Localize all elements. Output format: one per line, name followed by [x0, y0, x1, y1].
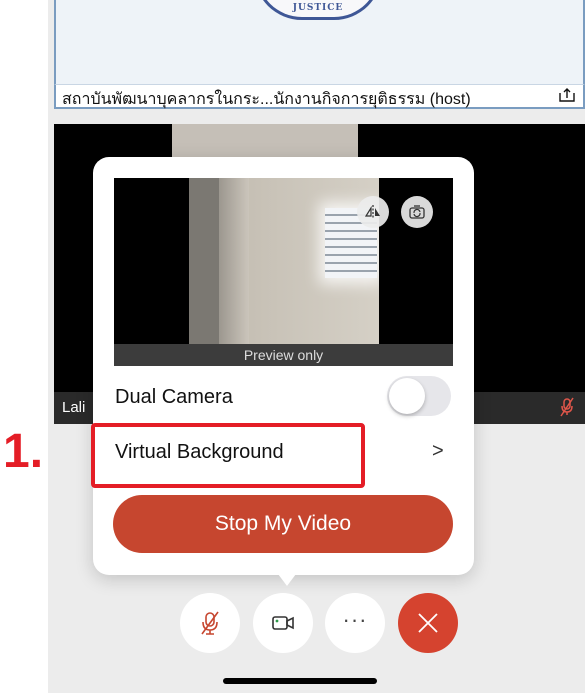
share-icon[interactable]: [559, 88, 575, 102]
mirror-icon: [365, 205, 380, 219]
preview-wall-edge: [219, 178, 249, 344]
dual-camera-label: Dual Camera: [115, 386, 233, 408]
chevron-right-icon: >: [432, 440, 444, 462]
video-camera-icon: [272, 616, 294, 630]
switch-camera-icon: [409, 205, 425, 219]
more-button[interactable]: ···: [325, 593, 385, 653]
popup-pointer: [275, 570, 299, 586]
close-icon: [418, 613, 438, 633]
mic-muted-icon: [560, 397, 574, 417]
preview-wall: [189, 178, 223, 344]
annotation-highlight-box: [91, 423, 365, 488]
participant-name: Lali: [62, 399, 86, 416]
more-icon: ···: [342, 607, 368, 632]
annotation-step-number: 1.: [3, 425, 44, 478]
dual-camera-toggle[interactable]: [387, 376, 451, 416]
mic-muted-icon: [201, 611, 219, 635]
video-button[interactable]: [253, 593, 313, 653]
camera-preview-image: [189, 178, 379, 344]
host-logo-text: JUSTICE: [292, 3, 344, 13]
mirror-button[interactable]: [357, 196, 389, 228]
switch-camera-button[interactable]: [401, 196, 433, 228]
video-options-popup: Preview only Dual Camera Virtual Backgro…: [93, 157, 474, 575]
leave-meeting-button[interactable]: [398, 593, 458, 653]
toggle-knob: [389, 378, 425, 414]
host-name-bar: สถาบันพัฒนาบุคลากรในกระ...นักงานกิจการยุ…: [54, 84, 585, 109]
stop-my-video-button[interactable]: Stop My Video: [113, 495, 453, 553]
mute-button[interactable]: [180, 593, 240, 653]
home-indicator[interactable]: [223, 678, 377, 684]
preview-caption: Preview only: [114, 344, 453, 366]
camera-preview: Preview only: [114, 178, 453, 366]
host-name: สถาบันพัฒนาบุคลากรในกระ...นักงานกิจการยุ…: [62, 91, 471, 108]
